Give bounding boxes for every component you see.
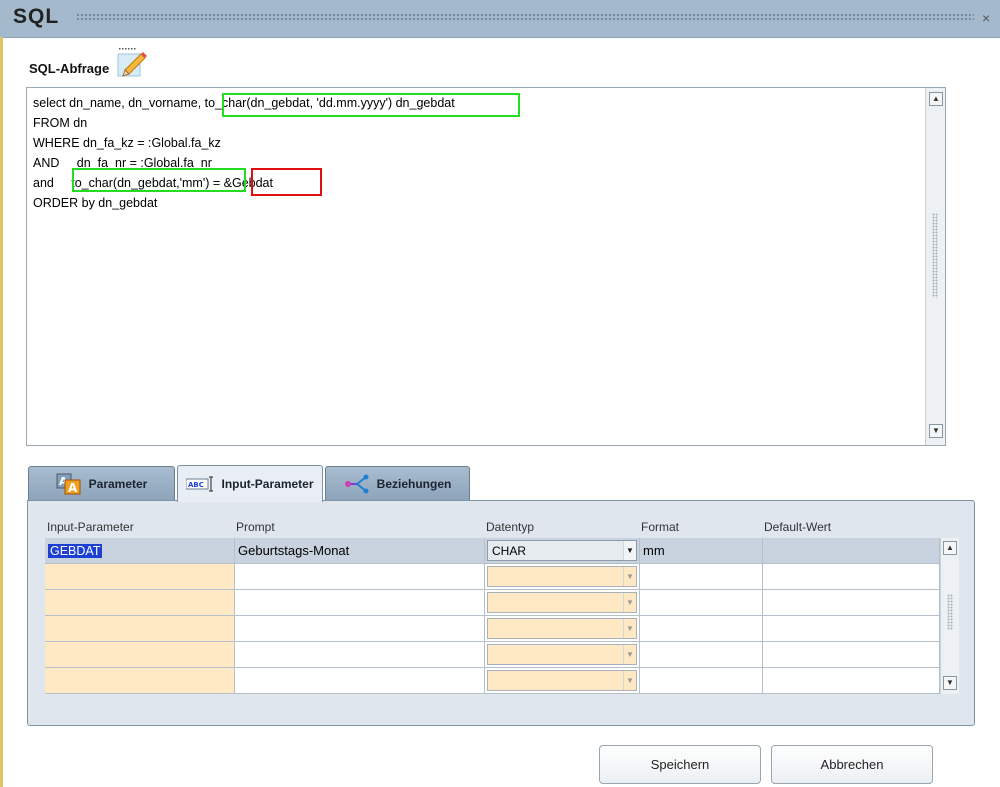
- scrollbar-grip[interactable]: [932, 213, 938, 298]
- table-row[interactable]: ▼: [45, 668, 940, 694]
- highlight-box-green: [72, 168, 246, 192]
- format-cell[interactable]: mm: [640, 538, 763, 563]
- default-value-cell[interactable]: [763, 616, 940, 641]
- input-parameter-cell[interactable]: [45, 642, 235, 667]
- datatype-select[interactable]: ▼: [487, 566, 637, 587]
- datatype-select[interactable]: ▼: [487, 618, 637, 639]
- scroll-up-icon[interactable]: ▲: [943, 541, 957, 555]
- window-title-bar[interactable]: SQL ×: [0, 0, 1000, 38]
- datatype-value: CHAR: [492, 544, 527, 558]
- tab-parameter[interactable]: A A Parameter: [28, 466, 175, 501]
- input-parameter-cell[interactable]: [45, 590, 235, 615]
- window-title: SQL: [13, 5, 60, 28]
- close-icon[interactable]: ×: [982, 10, 990, 26]
- svg-text:A: A: [68, 481, 78, 495]
- table-row[interactable]: ▼: [45, 564, 940, 590]
- svg-text:ABC: ABC: [188, 481, 204, 489]
- column-header[interactable]: Prompt: [236, 517, 275, 537]
- column-header[interactable]: Input-Parameter: [47, 517, 134, 537]
- prompt-cell[interactable]: [235, 564, 485, 589]
- pencil-edit-icon[interactable]: [115, 46, 149, 80]
- format-cell[interactable]: [640, 668, 763, 693]
- sql-line: WHERE dn_fa_kz = :Global.fa_kz: [33, 136, 221, 150]
- tab-label: Parameter: [88, 477, 148, 491]
- prompt-cell[interactable]: [235, 668, 485, 693]
- chevron-down-icon[interactable]: ▼: [623, 671, 636, 690]
- datatype-select[interactable]: ▼: [487, 592, 637, 613]
- tab-label: Input-Parameter: [221, 477, 314, 491]
- datatype-select[interactable]: ▼: [487, 644, 637, 665]
- column-header[interactable]: Datentyp: [486, 517, 534, 537]
- input-parameter-cell[interactable]: GEBDAT: [45, 538, 235, 563]
- default-value-cell[interactable]: [763, 668, 940, 693]
- table-row[interactable]: ▼: [45, 642, 940, 668]
- input-parameter-cell[interactable]: [45, 616, 235, 641]
- abc-text-cursor-icon: ABC: [186, 476, 214, 492]
- grid-vertical-scrollbar[interactable]: ▲ ▼: [940, 538, 959, 694]
- datatype-select[interactable]: CHAR ▼: [487, 540, 637, 561]
- chevron-down-icon[interactable]: ▼: [623, 619, 636, 638]
- sql-query-editor[interactable]: select dn_name, dn_vorname, to_char(dn_g…: [26, 87, 946, 446]
- title-drag-grip[interactable]: [76, 13, 974, 22]
- tab-input-parameter[interactable]: ABC Input-Parameter: [177, 465, 323, 502]
- scroll-up-icon[interactable]: ▲: [929, 92, 943, 106]
- cancel-button[interactable]: Abbrechen: [771, 745, 933, 784]
- scroll-down-icon[interactable]: ▼: [943, 676, 957, 690]
- format-cell[interactable]: [640, 616, 763, 641]
- default-value-cell[interactable]: [763, 642, 940, 667]
- prompt-cell[interactable]: Geburtstags-Monat: [235, 538, 485, 563]
- input-parameter-cell[interactable]: [45, 564, 235, 589]
- selected-text[interactable]: GEBDAT: [48, 544, 103, 558]
- chevron-down-icon[interactable]: ▼: [623, 593, 636, 612]
- prompt-cell[interactable]: [235, 642, 485, 667]
- prompt-cell[interactable]: [235, 616, 485, 641]
- chevron-down-icon[interactable]: ▼: [623, 645, 636, 664]
- save-button[interactable]: Speichern: [599, 745, 761, 784]
- format-cell[interactable]: [640, 642, 763, 667]
- sql-line: ORDER by dn_gebdat: [33, 196, 158, 210]
- default-value-cell[interactable]: [763, 564, 940, 589]
- table-row[interactable]: GEBDAT Geburtstags-Monat CHAR ▼ mm: [45, 538, 940, 564]
- datatype-select[interactable]: ▼: [487, 670, 637, 691]
- prompt-cell[interactable]: [235, 590, 485, 615]
- editor-vertical-scrollbar[interactable]: ▲ ▼: [925, 88, 945, 445]
- section-heading: SQL-Abfrage: [29, 61, 110, 76]
- scroll-down-icon[interactable]: ▼: [929, 424, 943, 438]
- relations-icon: [344, 474, 370, 494]
- default-value-cell[interactable]: [763, 538, 940, 563]
- highlight-box-red: [251, 168, 322, 196]
- highlight-box-green: [222, 93, 520, 117]
- tab-beziehungen[interactable]: Beziehungen: [325, 466, 470, 501]
- format-cell[interactable]: [640, 564, 763, 589]
- column-header[interactable]: Default-Wert: [764, 517, 831, 537]
- table-row[interactable]: ▼: [45, 590, 940, 616]
- chevron-down-icon[interactable]: ▼: [623, 541, 636, 560]
- window-left-edge: [0, 37, 3, 787]
- table-row[interactable]: ▼: [45, 616, 940, 642]
- format-cell[interactable]: [640, 590, 763, 615]
- scrollbar-grip[interactable]: [947, 594, 953, 630]
- default-value-cell[interactable]: [763, 590, 940, 615]
- font-parameter-icon: A A: [56, 473, 82, 495]
- column-header[interactable]: Format: [641, 517, 679, 537]
- tab-label: Beziehungen: [376, 477, 452, 491]
- input-parameter-cell[interactable]: [45, 668, 235, 693]
- chevron-down-icon[interactable]: ▼: [623, 567, 636, 586]
